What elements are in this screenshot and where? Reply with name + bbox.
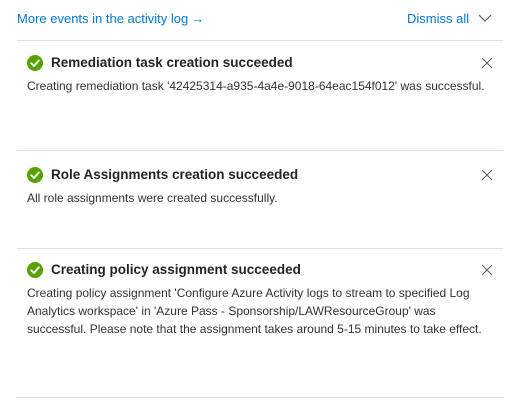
- close-icon[interactable]: [480, 263, 494, 277]
- divider: [17, 40, 503, 41]
- notification-item: Creating policy assignment succeeded Cre…: [17, 262, 503, 372]
- divider: [17, 397, 503, 398]
- close-icon[interactable]: [480, 56, 494, 70]
- activity-log-link[interactable]: More events in the activity log →: [17, 10, 204, 28]
- notification-message: All role assignments were created succes…: [27, 191, 278, 205]
- notification-title: Role Assignments creation succeeded: [51, 167, 299, 182]
- notification-item: Role Assignments creation succeeded All …: [17, 167, 503, 227]
- notifications-header: More events in the activity log → Dismiss…: [0, 0, 528, 38]
- dismiss-all-label[interactable]: Dismiss all: [407, 11, 469, 26]
- close-icon[interactable]: [480, 168, 494, 182]
- divider: [17, 150, 503, 151]
- arrow-right-icon: →: [191, 11, 205, 26]
- notification-item: Remediation task creation succeeded Crea…: [17, 55, 503, 165]
- notification-title: Creating policy assignment succeeded: [51, 262, 301, 277]
- notification-message: Creating policy assignment 'Configure Az…: [27, 286, 482, 336]
- checkmark-circle-icon: [27, 262, 43, 278]
- checkmark-circle-icon: [27, 167, 43, 183]
- chevron-down-icon[interactable]: [478, 14, 492, 23]
- dismiss-all-button[interactable]: Dismiss all: [407, 10, 492, 28]
- notification-title: Remediation task creation succeeded: [51, 55, 293, 70]
- divider: [17, 248, 503, 249]
- activity-log-link-label[interactable]: More events in the activity log: [17, 11, 188, 26]
- checkmark-circle-icon: [27, 55, 43, 71]
- notification-message: Creating remediation task '42425314-a935…: [27, 79, 485, 93]
